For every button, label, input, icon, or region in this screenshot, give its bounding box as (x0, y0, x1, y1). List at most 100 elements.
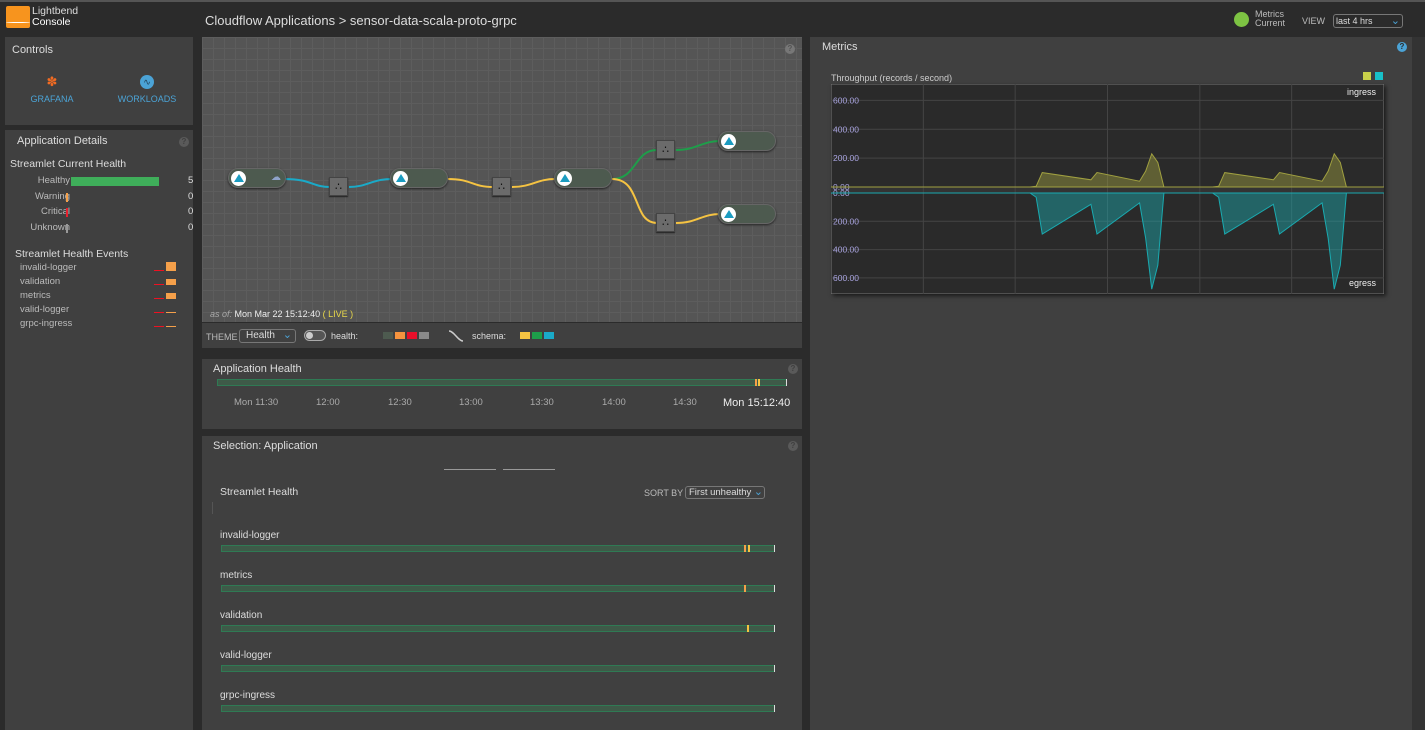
streamlet-health-bar[interactable] (221, 545, 775, 552)
y-tick-label: 200.00 (833, 153, 859, 163)
streamlet-node[interactable] (718, 131, 776, 151)
kafka-topic-icon[interactable]: ∴ (329, 177, 348, 196)
throughput-chart[interactable]: 600.00600.00400.00400.00200.00200.000.00… (831, 84, 1384, 294)
schema-swatch (532, 332, 542, 339)
streamlet-node[interactable] (390, 168, 448, 188)
help-icon[interactable]: ? (788, 441, 798, 451)
series-label-ingress: ingress (1347, 87, 1377, 97)
schema-swatch (544, 332, 554, 339)
warning-mark (744, 545, 746, 552)
streamlet-node[interactable] (718, 204, 776, 224)
view-select-value: last 4 hrs (1336, 16, 1373, 26)
connection (675, 213, 721, 224)
connection (511, 178, 556, 188)
event-row[interactable]: grpc-ingress (20, 318, 180, 330)
event-row[interactable]: metrics (20, 290, 180, 302)
time-tick: 14:00 (602, 397, 626, 408)
event-line (154, 270, 164, 271)
controls-title: Controls (12, 44, 53, 56)
breadcrumb[interactable]: Cloudflow Applications > sensor-data-sca… (205, 13, 517, 28)
health-label: Warning (34, 191, 70, 202)
legend-swatch-egress[interactable] (1375, 72, 1383, 80)
streamlet-health-bar[interactable] (221, 665, 775, 672)
selection-title: Selection: Application (213, 440, 318, 452)
connection (611, 178, 658, 224)
streamlet-node[interactable]: ☁ (228, 168, 286, 188)
grafana-button[interactable]: ✽ GRAFANA (27, 74, 77, 105)
streamlet-icon (721, 134, 736, 149)
help-icon[interactable]: ? (788, 364, 798, 374)
health-bar-healthy (71, 177, 159, 186)
view-select[interactable]: last 4 hrs ⌄ (1333, 14, 1403, 28)
logo-text[interactable]: Lightbend Console (32, 6, 78, 28)
event-bar (166, 262, 176, 271)
topology-graph[interactable]: ? ☁ ∴ ∴ ∴ ∴ (202, 37, 802, 322)
scrollbar[interactable] (1412, 37, 1425, 730)
event-row[interactable]: valid-logger (20, 304, 180, 316)
logo-line2: Console (32, 16, 71, 28)
grafana-icon: ✽ (46, 74, 58, 89)
sort-by-select[interactable]: First unhealthy ⌄ (685, 486, 765, 499)
legend-swatch-ingress[interactable] (1363, 72, 1371, 80)
streamlet-health-bar[interactable] (221, 625, 775, 632)
time-tick: 13:00 (459, 397, 483, 408)
bar-end (774, 545, 775, 552)
event-bar (166, 312, 176, 313)
connection (283, 178, 331, 188)
lightbend-logo-icon[interactable] (6, 6, 30, 28)
as-of-value: Mon Mar 22 15:12:40 (234, 309, 321, 319)
health-legend-label: health: (331, 331, 359, 341)
bar-end (774, 705, 775, 712)
kafka-topic-icon[interactable]: ∴ (656, 140, 675, 159)
streamlet-icon (721, 207, 736, 222)
kafka-topic-icon[interactable]: ∴ (492, 177, 511, 196)
health-toggle[interactable] (304, 330, 326, 341)
streamlet-health-bar[interactable] (221, 585, 775, 592)
y-tick-label: 400.00 (833, 124, 859, 134)
metrics-status-label: Metrics Current (1255, 10, 1285, 28)
y-tick-label: 600.00 (833, 95, 859, 105)
streamlet-name[interactable]: valid-logger (220, 650, 272, 661)
help-icon[interactable]: ? (179, 137, 189, 147)
workloads-button[interactable]: ∿ WORKLOADS (115, 75, 179, 104)
current-time: Mon 15:12:40 (723, 397, 791, 409)
schema-swatch (520, 332, 530, 339)
streamlet-name[interactable]: invalid-logger (220, 530, 279, 541)
application-details-title: Application Details (17, 135, 108, 147)
health-label: Healthy (37, 175, 70, 186)
streamlet-name[interactable]: metrics (220, 570, 252, 581)
application-health-panel: Application Health ? (202, 359, 802, 429)
chevron-down-icon: ⌄ (1390, 15, 1400, 27)
streamlet-node[interactable] (554, 168, 612, 188)
bar-end (774, 625, 775, 632)
tab-underline[interactable] (503, 469, 555, 470)
event-row[interactable]: invalid-logger (20, 262, 180, 274)
current-health-title: Streamlet Current Health (10, 158, 127, 170)
event-line (154, 312, 164, 313)
event-name: invalid-logger (20, 262, 77, 273)
application-details-panel: Application Details ? Streamlet Current … (5, 130, 193, 730)
event-name: grpc-ingress (20, 318, 73, 329)
connection (675, 140, 721, 151)
streamlet-name[interactable]: validation (220, 610, 262, 621)
event-row[interactable]: validation (20, 276, 180, 288)
theme-select[interactable]: Health ⌄ (239, 329, 296, 343)
kafka-topic-icon[interactable]: ∴ (656, 213, 675, 232)
health-count: 0 (188, 206, 194, 217)
metrics-title: Metrics (822, 41, 858, 53)
health-bar-warning (66, 193, 68, 202)
as-of-label: as of: (210, 309, 233, 319)
streamlet-health-bar[interactable] (221, 705, 775, 712)
help-icon[interactable]: ? (1397, 42, 1407, 52)
application-health-timeline[interactable] (217, 379, 787, 386)
grafana-label: GRAFANA (30, 94, 74, 104)
theme-label: THEME (206, 332, 238, 342)
schema-legend-label: schema: (472, 331, 507, 341)
live-badge: ( LIVE ) (322, 309, 354, 319)
theme-select-value: Health (246, 330, 275, 341)
time-tick: 12:30 (388, 397, 412, 408)
series-label-egress: egress (1349, 278, 1377, 288)
streamlet-name[interactable]: grpc-ingress (220, 690, 275, 701)
sort-by-label: SORT BY (644, 488, 684, 498)
tab-underline[interactable] (444, 469, 496, 470)
